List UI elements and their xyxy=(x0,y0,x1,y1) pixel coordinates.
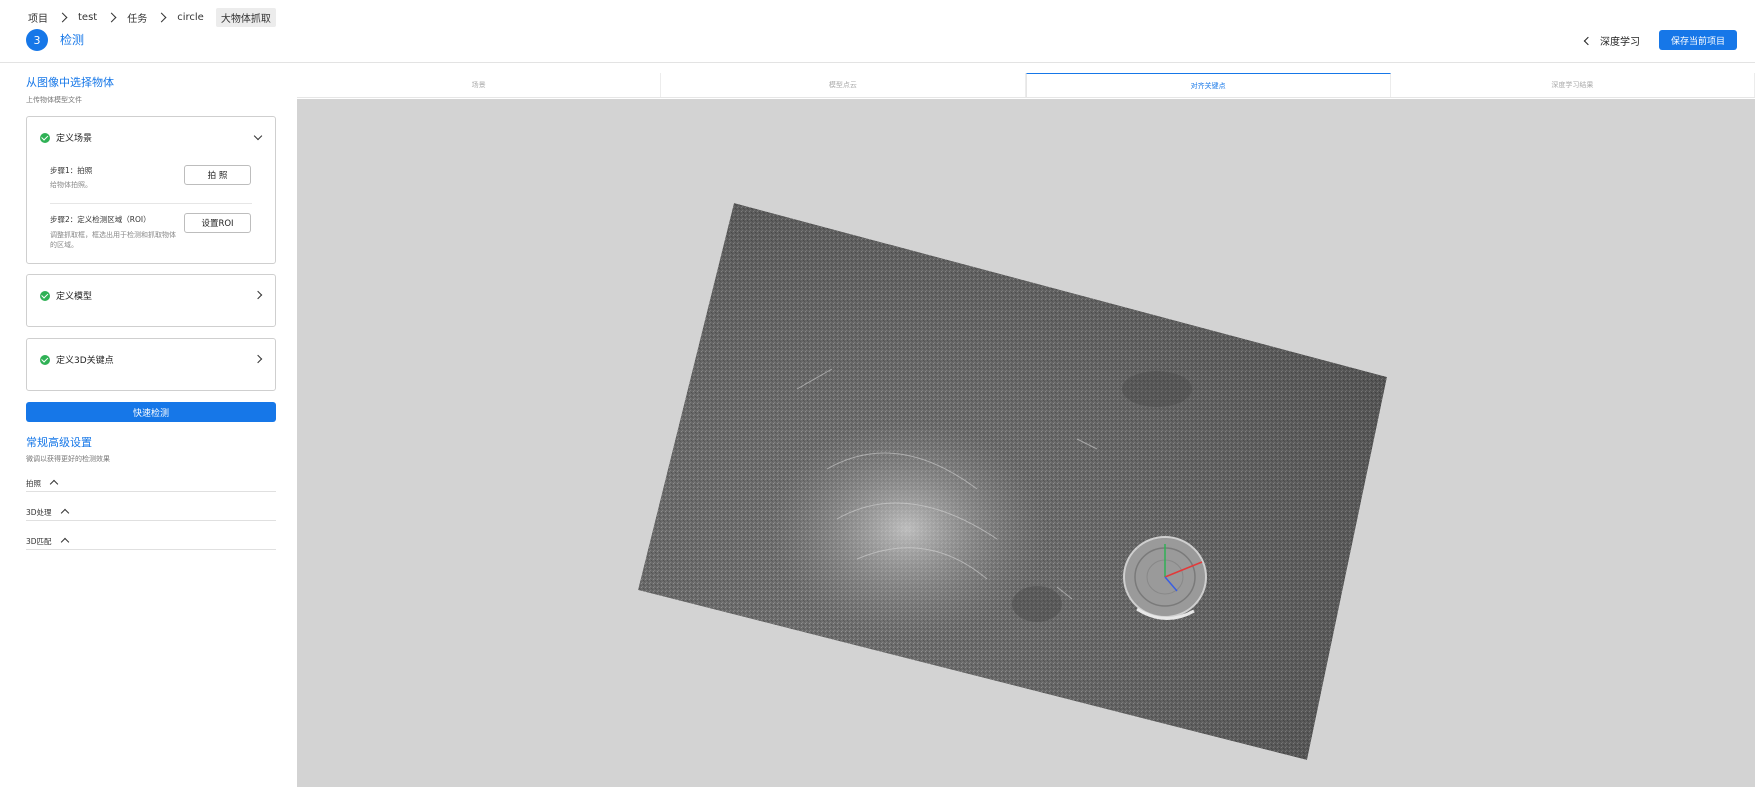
breadcrumb-item-project[interactable]: 项目 xyxy=(26,10,50,25)
scan-surface xyxy=(638,203,1387,760)
advanced-row-3d-matching[interactable]: 3D匹配 xyxy=(26,536,276,550)
viewer-tabs: 场景 模型点云 对齐关键点 深度学习结果 xyxy=(297,73,1755,98)
card-title: 定义场景 xyxy=(56,134,93,144)
card-header-define-scene[interactable]: 定义场景 xyxy=(40,131,92,144)
divider xyxy=(50,203,252,204)
check-circle-icon xyxy=(40,132,50,143)
object-model-marker xyxy=(1123,536,1207,620)
back-to-deep-learning-link[interactable]: 深度学习 xyxy=(1583,33,1640,48)
card-header-define-3d-keypoints[interactable]: 定义3D关键点 xyxy=(40,353,114,366)
card-title: 定义模型 xyxy=(56,292,93,302)
card-define-scene: 定义场景 步骤1：拍照 给物体拍照。 拍 照 步骤2：定义检测区域（ROI） 调… xyxy=(26,116,276,264)
page-title: 检测 xyxy=(60,33,85,47)
breadcrumb-item-task[interactable]: 任务 xyxy=(125,10,149,25)
advanced-row-capture[interactable]: 拍照 xyxy=(26,478,276,492)
tab-align-keypoints[interactable]: 对齐关键点 xyxy=(1025,73,1391,97)
step1-description: 给物体拍照。 xyxy=(50,181,92,189)
capture-button[interactable]: 拍 照 xyxy=(184,165,251,185)
section-title-select-object: 从图像中选择物体 xyxy=(26,76,114,89)
step1-label: 步骤1：拍照 xyxy=(50,166,93,175)
chevron-right-icon xyxy=(50,11,76,25)
chevron-right-icon xyxy=(149,11,175,25)
card-define-3d-keypoints[interactable]: 定义3D关键点 xyxy=(26,338,276,391)
point-cloud-viewer[interactable] xyxy=(297,99,1755,787)
breadcrumb-current: 大物体抓取 xyxy=(215,8,276,27)
breadcrumb: 项目 test 任务 circle 大物体抓取 xyxy=(26,8,276,27)
chevron-down-icon[interactable] xyxy=(253,131,263,141)
step-number-badge: 3 xyxy=(26,29,48,51)
chevron-up-icon xyxy=(60,508,69,518)
save-project-button[interactable]: 保存当前项目 xyxy=(1659,30,1737,50)
card-define-model[interactable]: 定义模型 xyxy=(26,274,276,327)
chevron-up-icon xyxy=(49,479,59,489)
top-header: 项目 test 任务 circle 大物体抓取 3 检测 深度学习 保存当前项目 xyxy=(0,0,1755,63)
chevron-up-icon xyxy=(60,537,69,547)
back-link-label: 深度学习 xyxy=(1600,37,1640,48)
chevron-left-icon xyxy=(1583,36,1593,45)
advanced-row-3d-processing[interactable]: 3D处理 xyxy=(26,507,276,521)
quick-detect-button[interactable]: 快速检测 xyxy=(26,402,276,422)
section-title-advanced-settings: 常规高级设置 xyxy=(26,436,92,449)
breadcrumb-item-circle[interactable]: circle xyxy=(175,12,206,23)
left-panel: 从图像中选择物体 上传物体模型文件 定义场景 步骤1：拍照 给物体拍照。 拍 照… xyxy=(0,64,296,787)
advanced-row-label: 3D处理 xyxy=(26,508,52,517)
tab-deep-learning-results[interactable]: 深度学习结果 xyxy=(1391,73,1755,97)
set-roi-button[interactable]: 设置ROI xyxy=(184,213,251,233)
step2-description: 调整抓取框，框选出用于检测和抓取物体的区域。 xyxy=(50,231,176,249)
advanced-row-label: 拍照 xyxy=(26,479,41,488)
advanced-settings-subtitle: 微调以获得更好的检测效果 xyxy=(26,455,110,463)
tab-model-point-cloud[interactable]: 模型点云 xyxy=(661,73,1026,97)
section-subtitle: 上传物体模型文件 xyxy=(26,96,82,104)
check-circle-icon xyxy=(40,290,50,301)
check-circle-icon xyxy=(40,354,50,365)
step2-label: 步骤2：定义检测区域（ROI） xyxy=(50,215,151,224)
chevron-right-icon xyxy=(99,11,125,25)
card-title: 定义3D关键点 xyxy=(56,356,114,366)
tab-scene[interactable]: 场景 xyxy=(297,73,662,97)
advanced-row-label: 3D匹配 xyxy=(26,537,52,546)
card-header-define-model[interactable]: 定义模型 xyxy=(40,289,92,302)
breadcrumb-item-test[interactable]: test xyxy=(76,12,99,23)
chevron-right-icon[interactable] xyxy=(253,290,263,300)
chevron-right-icon[interactable] xyxy=(253,354,263,364)
point-cloud-canvas[interactable] xyxy=(297,99,1755,787)
